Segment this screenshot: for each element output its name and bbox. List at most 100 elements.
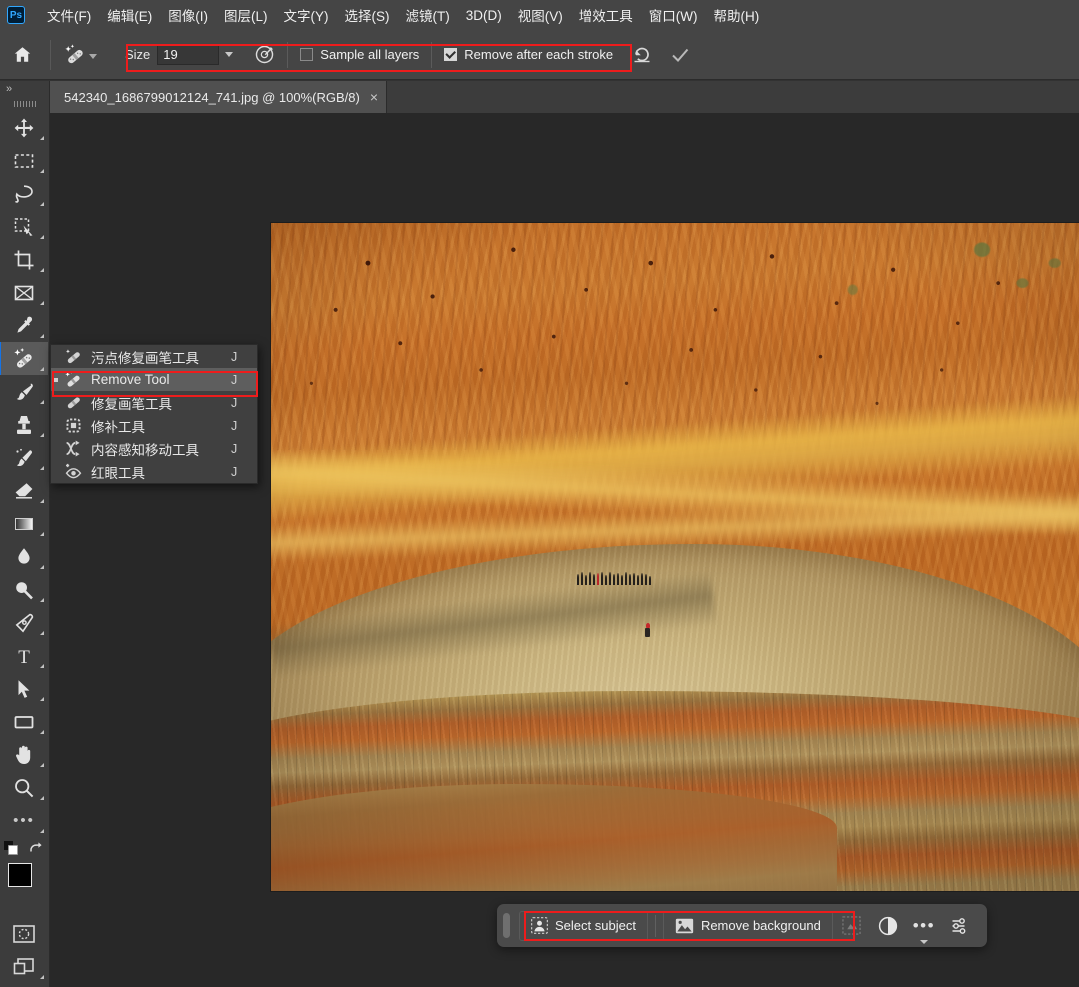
move-tool[interactable] bbox=[0, 111, 48, 144]
remove-after-each-stroke-checkbox[interactable] bbox=[444, 48, 458, 61]
size-dropdown-button[interactable] bbox=[219, 44, 240, 65]
pen-tool[interactable] bbox=[0, 606, 48, 639]
home-button[interactable] bbox=[0, 30, 44, 80]
content-aware-move-icon bbox=[61, 439, 85, 458]
frame-tool[interactable] bbox=[0, 276, 48, 309]
flyout-shortcut: J bbox=[231, 349, 238, 364]
menu-layer[interactable]: 图层(L) bbox=[216, 2, 276, 28]
rectangle-tool[interactable] bbox=[0, 705, 48, 738]
quick-selection-tool[interactable] bbox=[0, 210, 48, 243]
type-tool[interactable]: T bbox=[0, 639, 48, 672]
menu-help[interactable]: 帮助(H) bbox=[705, 2, 767, 28]
transform-button bbox=[835, 911, 869, 941]
history-brush-tool[interactable] bbox=[0, 441, 48, 474]
home-icon bbox=[13, 45, 32, 64]
sample-all-layers-row[interactable]: Sample all layers bbox=[300, 47, 419, 62]
options-bar-actions bbox=[631, 44, 691, 66]
flyout-item-remove-tool[interactable]: Remove Tool J bbox=[51, 368, 257, 391]
select-subject-button[interactable]: Select subject bbox=[519, 910, 648, 941]
sample-all-layers-checkbox[interactable] bbox=[300, 48, 314, 61]
swap-colors-icon[interactable] bbox=[28, 839, 44, 855]
screen-mode-button[interactable] bbox=[0, 950, 48, 983]
dodge-tool[interactable] bbox=[0, 573, 48, 606]
blur-tool[interactable] bbox=[0, 540, 48, 573]
gradient-tool[interactable] bbox=[0, 507, 48, 540]
tools-panel: » T ••• bbox=[0, 81, 50, 987]
tool-preset-picker[interactable] bbox=[57, 43, 103, 67]
clone-stamp-tool[interactable] bbox=[0, 408, 48, 441]
flyout-label: 修补工具 bbox=[91, 419, 145, 435]
edit-toolbar-button[interactable]: ••• bbox=[0, 804, 48, 837]
menu-edit[interactable]: 编辑(E) bbox=[99, 2, 160, 28]
menu-plugins[interactable]: 增效工具 bbox=[571, 2, 641, 28]
drag-grip-icon[interactable] bbox=[0, 97, 49, 111]
menu-file[interactable]: 文件(F) bbox=[39, 2, 99, 28]
menu-window[interactable]: 窗口(W) bbox=[641, 2, 706, 28]
drag-handle-icon[interactable] bbox=[503, 913, 510, 938]
foreground-color-swatch[interactable] bbox=[8, 863, 32, 887]
document-tab[interactable]: 542340_1686799012124_741.jpg @ 100%(RGB/… bbox=[50, 81, 388, 113]
flyout-label: 修复画笔工具 bbox=[91, 396, 172, 412]
menu-select[interactable]: 选择(S) bbox=[337, 2, 398, 28]
menu-image[interactable]: 图像(I) bbox=[160, 2, 216, 28]
flyout-shortcut: J bbox=[231, 418, 238, 433]
flyout-item-content-aware-move[interactable]: 内容感知移动工具 J bbox=[51, 437, 257, 460]
menu-type[interactable]: 文字(Y) bbox=[276, 2, 337, 28]
chevron-down-icon bbox=[919, 939, 928, 944]
sample-all-layers-label: Sample all layers bbox=[320, 47, 420, 62]
flyout-label: Remove Tool bbox=[91, 372, 170, 387]
flyout-shortcut: J bbox=[231, 464, 238, 479]
adjustment-button[interactable] bbox=[871, 911, 905, 941]
size-input[interactable] bbox=[157, 44, 220, 65]
expand-toolbar-icon[interactable]: » bbox=[0, 81, 49, 97]
crop-tool[interactable] bbox=[0, 243, 48, 276]
menu-3d[interactable]: 3D(D) bbox=[458, 5, 510, 26]
lasso-tool[interactable] bbox=[0, 177, 48, 210]
flyout-item-patch-tool[interactable]: 修补工具 J bbox=[51, 414, 257, 437]
close-icon[interactable]: × bbox=[370, 90, 378, 104]
divider bbox=[654, 914, 656, 937]
path-selection-tool[interactable] bbox=[0, 672, 48, 705]
flyout-item-red-eye[interactable]: 红眼工具 J bbox=[51, 460, 257, 483]
flyout-label: 内容感知移动工具 bbox=[91, 442, 199, 458]
menu-filter[interactable]: 滤镜(T) bbox=[398, 2, 458, 28]
flyout-item-healing-brush[interactable]: 修复画笔工具 J bbox=[51, 391, 257, 414]
more-options-button[interactable]: ••• bbox=[907, 911, 941, 944]
remove-background-button[interactable]: Remove background bbox=[662, 910, 833, 941]
remove-after-each-stroke-row[interactable]: Remove after each stroke bbox=[444, 47, 613, 62]
patch-tool-icon bbox=[61, 416, 85, 435]
image-canvas[interactable] bbox=[271, 223, 1079, 891]
menu-view[interactable]: 视图(V) bbox=[510, 2, 571, 28]
default-colors-icon[interactable] bbox=[4, 841, 18, 855]
remove-tool[interactable] bbox=[0, 342, 48, 375]
sliders-icon bbox=[950, 916, 970, 936]
document-workspace bbox=[50, 113, 1079, 987]
brush-tool[interactable] bbox=[0, 375, 48, 408]
zoom-tool[interactable] bbox=[0, 771, 48, 804]
contextual-task-bar: Select subject Remove background ••• bbox=[497, 904, 987, 947]
task-bar-settings-button[interactable] bbox=[943, 911, 977, 941]
chevron-down-icon[interactable] bbox=[89, 54, 97, 59]
document-tab-bar: 542340_1686799012124_741.jpg @ 100%(RGB/… bbox=[50, 81, 1079, 113]
flyout-label: 红眼工具 bbox=[91, 465, 145, 481]
eraser-tool[interactable] bbox=[0, 474, 48, 507]
transform-icon bbox=[842, 916, 862, 935]
danxia-landform-photo bbox=[271, 223, 1079, 891]
person-icon bbox=[531, 917, 548, 934]
divider bbox=[431, 41, 433, 68]
remove-tool-icon bbox=[63, 43, 87, 67]
checkmark-icon[interactable] bbox=[669, 44, 691, 66]
photoshop-logo: Ps bbox=[7, 6, 25, 24]
eyedropper-tool[interactable] bbox=[0, 309, 48, 342]
undo-reset-icon[interactable] bbox=[631, 44, 653, 66]
divider bbox=[287, 41, 289, 68]
hand-tool[interactable] bbox=[0, 738, 48, 771]
flyout-item-spot-healing-brush[interactable]: 污点修复画笔工具 J bbox=[51, 345, 257, 368]
brush-settings-icon[interactable] bbox=[253, 44, 275, 66]
spot-healing-brush-icon bbox=[61, 347, 85, 366]
rectangular-marquee-tool[interactable] bbox=[0, 144, 48, 177]
menu-bar: Ps 文件(F) 编辑(E) 图像(I) 图层(L) 文字(Y) 选择(S) 滤… bbox=[0, 0, 1079, 30]
quick-mask-button[interactable] bbox=[0, 917, 48, 950]
divider bbox=[50, 39, 51, 70]
size-control: Size bbox=[125, 30, 275, 80]
